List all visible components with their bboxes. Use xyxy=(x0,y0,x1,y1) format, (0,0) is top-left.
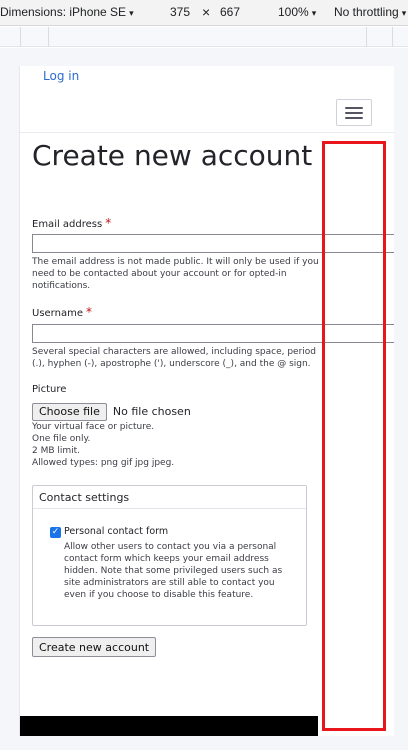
device-viewport: Log in Create new account Email address *… xyxy=(19,66,394,736)
email-field[interactable] xyxy=(32,234,394,253)
personal-contact-checkbox[interactable]: ✓ xyxy=(50,527,61,538)
ruler-segment xyxy=(392,27,393,47)
contact-settings-legend: Contact settings xyxy=(39,491,130,504)
chevron-down-icon: ▾ xyxy=(311,8,317,18)
required-marker: * xyxy=(105,216,112,230)
legend-divider xyxy=(33,508,306,509)
choose-file-button[interactable]: Choose file xyxy=(32,402,107,421)
picture-help: Your virtual face or picture. One file o… xyxy=(32,421,322,469)
hamburger-menu-icon xyxy=(345,106,363,109)
file-status: No file chosen xyxy=(112,405,191,418)
viewport-height[interactable]: 667 xyxy=(220,5,240,19)
ruler-segment xyxy=(366,27,367,47)
devtools-toolbar: Dimensions: iPhone SE ▾ 375 × 667 100% ▾ N… xyxy=(0,0,408,26)
picture-help-line: One file only. xyxy=(32,434,91,444)
email-label: Email address * xyxy=(32,216,111,230)
picture-help-line: Allowed types: png gif jpg jpeg. xyxy=(32,458,175,468)
page-title: Create new account xyxy=(32,139,313,172)
hamburger-menu-icon xyxy=(345,116,363,119)
email-label-text: Email address xyxy=(32,219,103,230)
username-label: Username * xyxy=(32,305,92,319)
media-query-ruler xyxy=(0,27,408,47)
throttling-selector[interactable]: No throttling ▾ xyxy=(334,5,406,19)
menu-toggle-button[interactable] xyxy=(336,99,372,126)
create-account-button[interactable]: Create new account xyxy=(32,637,157,657)
personal-contact-label[interactable]: Personal contact form xyxy=(64,526,168,537)
hamburger-menu-icon xyxy=(345,111,363,114)
device-name: Dimensions: iPhone SE xyxy=(0,5,127,19)
ruler-segment xyxy=(20,27,21,47)
times-icon: × xyxy=(202,4,211,20)
username-field[interactable] xyxy=(32,324,394,343)
picture-help-line: Your virtual face or picture. xyxy=(32,422,155,432)
username-label-text: Username xyxy=(32,308,83,319)
contact-settings-fieldset: Contact settings ✓ Personal contact form… xyxy=(32,485,307,626)
device-selector[interactable]: Dimensions: iPhone SE ▾ xyxy=(0,5,134,19)
picture-help-line: 2 MB limit. xyxy=(32,446,81,456)
zoom-selector[interactable]: 100% ▾ xyxy=(278,5,316,19)
personal-contact-description: Allow other users to contact you via a p… xyxy=(64,542,283,600)
ruler-segment xyxy=(48,27,49,47)
chevron-down-icon: ▾ xyxy=(401,8,407,18)
throttling-value: No throttling xyxy=(334,5,399,19)
username-help: Several special characters are allowed, … xyxy=(32,347,317,369)
header-divider xyxy=(20,132,394,133)
viewport-width[interactable]: 375 xyxy=(170,5,190,19)
footer-bar xyxy=(20,716,318,736)
picture-file-input: Choose file No file chosen xyxy=(32,401,191,421)
picture-label: Picture xyxy=(32,384,67,395)
chevron-down-icon: ▾ xyxy=(129,8,134,18)
required-marker: * xyxy=(85,305,92,319)
zoom-value: 100% xyxy=(278,5,309,19)
login-link[interactable]: Log in xyxy=(43,69,79,83)
email-help: The email address is not made public. It… xyxy=(32,257,319,291)
